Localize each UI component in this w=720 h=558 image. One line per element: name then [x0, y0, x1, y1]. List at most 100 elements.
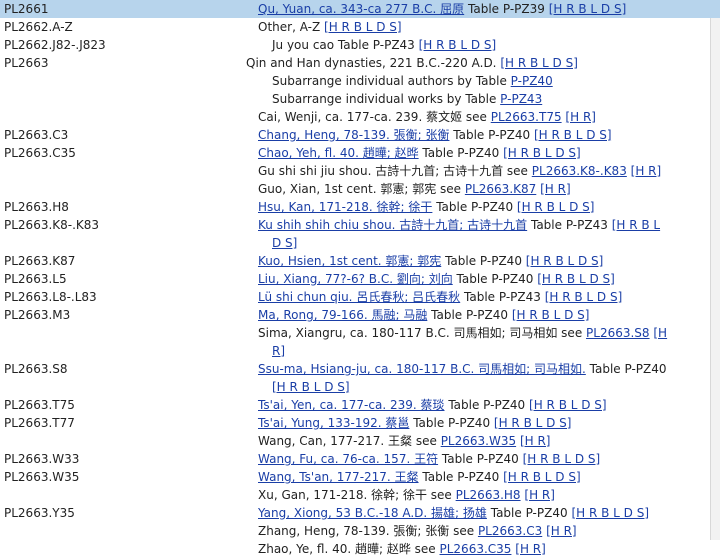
entry-text: Gu shi shi jiu shou. 古詩十九首; 古诗十九首 see PL…: [258, 162, 661, 180]
entry-label: Ju you cao Table P-PZ43: [272, 38, 419, 52]
entry-label: Table P-PZ40: [418, 146, 504, 160]
entry-link[interactable]: PL2663.W35: [441, 434, 516, 448]
entry-link[interactable]: PL2663.C35: [440, 542, 512, 556]
entry-text: Sima, Xiangru, ca. 180-117 B.C. 司馬相如; 司马…: [258, 324, 667, 342]
resource-links[interactable]: [H R]: [520, 434, 551, 448]
resource-links[interactable]: [H: [653, 326, 667, 340]
entry-link[interactable]: PL2663.H8: [456, 488, 521, 502]
entry-link[interactable]: Ts'ai, Yen, ca. 177-ca. 239. 蔡琰: [258, 398, 445, 412]
entry-link[interactable]: Wang, Ts'an, 177-217. 王粲: [258, 470, 419, 484]
resource-links[interactable]: [H R B L D S]: [526, 254, 604, 268]
entry-label: Table P-PZ39: [464, 2, 549, 16]
entry-label: Subarrange individual works by Table: [272, 92, 501, 106]
resource-links[interactable]: [H R B L D S]: [512, 308, 590, 322]
list-row: R]: [0, 342, 720, 360]
class-number: PL2663.K8-.K83: [4, 218, 100, 232]
resource-links[interactable]: [H R B L D S]: [503, 146, 581, 160]
entry-label: Table P-PZ40: [585, 362, 667, 376]
entry-link[interactable]: Hsu, Kan, 171-218. 徐幹; 徐干: [258, 200, 432, 214]
resource-links[interactable]: [H R B L D S]: [534, 128, 612, 142]
entry-label: Gu shi shi jiu shou. 古詩十九首; 古诗十九首 see: [258, 164, 532, 178]
resource-links[interactable]: [H R B L D S]: [494, 416, 572, 430]
resource-links[interactable]: [H R]: [540, 182, 571, 196]
resource-links[interactable]: [H R B L D S]: [272, 380, 350, 394]
list-row: Gu shi shi jiu shou. 古詩十九首; 古诗十九首 see PL…: [0, 162, 720, 180]
entry-text: Subarrange individual works by Table P-P…: [272, 90, 542, 108]
entry-label: Other, A-Z: [258, 20, 325, 34]
resource-links[interactable]: [H R]: [546, 524, 577, 538]
entry-link[interactable]: R]: [272, 344, 285, 358]
entry-text: D S]: [272, 234, 297, 252]
resource-links[interactable]: [H R B L D S]: [549, 2, 627, 16]
entry-text: Subarrange individual authors by Table P…: [272, 72, 553, 90]
entry-link[interactable]: Lü shi chun qiu. 呂氏春秋; 吕氏春秋: [258, 290, 460, 304]
resource-links[interactable]: [H R B L D S]: [324, 20, 402, 34]
entry-link[interactable]: Ma, Rong, 79-166. 馬融; 马融: [258, 308, 427, 322]
resource-links[interactable]: [H R B L D S]: [537, 272, 615, 286]
entry-link[interactable]: Ts'ai, Yung, 133-192. 蔡邕: [258, 416, 409, 430]
entry-text: Qin and Han dynasties, 221 B.C.-220 A.D.…: [246, 54, 578, 72]
class-number: PL2663.C35: [4, 146, 76, 160]
entry-text: Kuo, Hsien, 1st cent. 郭憲; 郭宪 Table P-PZ4…: [258, 252, 603, 270]
entry-text: Ts'ai, Yen, ca. 177-ca. 239. 蔡琰 Table P-…: [258, 396, 607, 414]
list-row: Wang, Can, 177-217. 王粲 see PL2663.W35 [H…: [0, 432, 720, 450]
entry-link[interactable]: Kuo, Hsien, 1st cent. 郭憲; 郭宪: [258, 254, 441, 268]
entry-label: Subarrange individual authors by Table: [272, 74, 511, 88]
class-number: PL2663.T75: [4, 398, 75, 412]
entry-text: [H R B L D S]: [272, 378, 350, 396]
entry-link[interactable]: Ku shih shih chiu shou. 古詩十九首; 古诗十九首: [258, 218, 527, 232]
entry-link[interactable]: PL2663.K87: [465, 182, 536, 196]
resource-links[interactable]: [H R B L D S]: [545, 290, 623, 304]
entry-label: Xu, Gan, 171-218. 徐幹; 徐干 see: [258, 488, 456, 502]
entry-link[interactable]: Wang, Fu, ca. 76-ca. 157. 王符: [258, 452, 438, 466]
entry-link[interactable]: PL2663.T75: [491, 110, 562, 124]
entry-link[interactable]: D S]: [272, 236, 297, 250]
list-row: PL2663.S8 Ssu-ma, Hsiang-ju, ca. 180-117 …: [0, 360, 720, 378]
entry-label: Wang, Can, 177-217. 王粲 see: [258, 434, 441, 448]
entry-label: Table P-PZ40: [432, 200, 517, 214]
entry-link[interactable]: PL2663.S8: [586, 326, 650, 340]
resource-links[interactable]: [H R]: [524, 488, 555, 502]
class-number: PL2663: [4, 56, 49, 70]
entry-text: Ssu-ma, Hsiang-ju, ca. 180-117 B.C. 司馬相如…: [258, 360, 667, 378]
vertical-scrollbar[interactable]: [710, 18, 720, 540]
entry-link[interactable]: Chang, Heng, 78-139. 張衡; 张衡: [258, 128, 449, 142]
resource-links[interactable]: [H R B L: [612, 218, 660, 232]
resource-links[interactable]: [H R B L D S]: [419, 38, 497, 52]
entry-link[interactable]: Chao, Yeh, fl. 40. 趙曄; 赵晔: [258, 146, 419, 160]
entry-link[interactable]: PL2663.K8-.K83: [532, 164, 627, 178]
list-row: Xu, Gan, 171-218. 徐幹; 徐干 see PL2663.H8 […: [0, 486, 720, 504]
resource-links[interactable]: [H R B L D S]: [503, 470, 581, 484]
entry-text: Liu, Xiang, 77?-6? B.C. 劉向; 刘向 Table P-P…: [258, 270, 615, 288]
resource-links[interactable]: [H R B L D S]: [529, 398, 607, 412]
list-row: Guo, Xian, 1st cent. 郭憲; 郭宪 see PL2663.K…: [0, 180, 720, 198]
list-row: PL2663.T77 Ts'ai, Yung, 133-192. 蔡邕 Table…: [0, 414, 720, 432]
entry-link[interactable]: P-PZ40: [511, 74, 553, 88]
resource-links[interactable]: [H R B L D S]: [517, 200, 595, 214]
list-row: Subarrange individual works by Table P-P…: [0, 90, 720, 108]
resource-links[interactable]: [H R]: [631, 164, 662, 178]
list-row: PL2663.M3 Ma, Rong, 79-166. 馬融; 马融 Table …: [0, 306, 720, 324]
class-number: PL2663.C3: [4, 128, 69, 142]
entry-text: Chao, Yeh, fl. 40. 趙曄; 赵晔 Table P-PZ40 […: [258, 144, 581, 162]
entry-link[interactable]: PL2663.C3: [478, 524, 542, 538]
entry-link[interactable]: Yang, Xiong, 53 B.C.-18 A.D. 揚雄; 扬雄: [258, 506, 487, 520]
entry-label: Table P-PZ40: [486, 506, 572, 520]
resource-links[interactable]: [H R]: [565, 110, 596, 124]
entry-text: Guo, Xian, 1st cent. 郭憲; 郭宪 see PL2663.K…: [258, 180, 571, 198]
entry-text: Hsu, Kan, 171-218. 徐幹; 徐干 Table P-PZ40 […: [258, 198, 594, 216]
entry-link[interactable]: P-PZ43: [500, 92, 542, 106]
resource-links[interactable]: [H R B L D S]: [571, 506, 649, 520]
entry-link[interactable]: Qu, Yuan, ca. 343-ca 277 B.C. 屈原: [258, 2, 464, 16]
resource-links[interactable]: [H R]: [515, 542, 546, 556]
resource-links[interactable]: [H R B L D S]: [500, 56, 578, 70]
entry-link[interactable]: Ssu-ma, Hsiang-ju, ca. 180-117 B.C. 司馬相如…: [258, 362, 586, 376]
list-row: PL2663.H8 Hsu, Kan, 171-218. 徐幹; 徐干 Table…: [0, 198, 720, 216]
class-number: PL2663.K87: [4, 254, 76, 268]
list-row: PL2663.Y35 Yang, Xiong, 53 B.C.-18 A.D. 揚…: [0, 504, 720, 522]
list-row: D S]: [0, 234, 720, 252]
list-row: PL2662.A-Z Other, A-Z [H R B L D S]: [0, 18, 720, 36]
resource-links[interactable]: [H R B L D S]: [523, 452, 601, 466]
entry-link[interactable]: Liu, Xiang, 77?-6? B.C. 劉向; 刘向: [258, 272, 453, 286]
entry-text: Xu, Gan, 171-218. 徐幹; 徐干 see PL2663.H8 […: [258, 486, 555, 504]
